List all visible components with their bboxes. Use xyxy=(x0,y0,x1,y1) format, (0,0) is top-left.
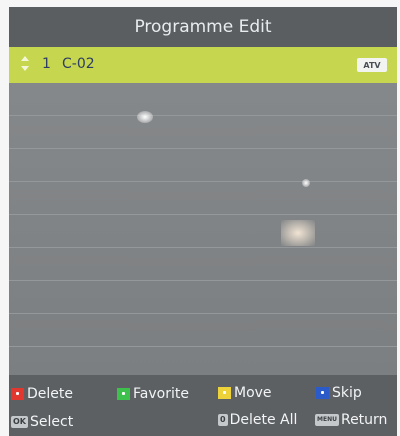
screen-glare xyxy=(137,111,153,123)
menu-key-icon: MENU xyxy=(315,414,339,426)
screen-glare xyxy=(302,179,310,187)
screen-glare xyxy=(281,220,315,246)
favorite-label: Favorite xyxy=(133,386,189,402)
delete-label: Delete xyxy=(27,386,73,402)
atv-badge: ATV xyxy=(357,58,387,72)
return-label: Return xyxy=(340,412,388,428)
move-label: Move xyxy=(234,385,272,401)
yellow-button-icon xyxy=(218,387,231,399)
red-button-icon xyxy=(11,388,24,400)
tv-screen: Programme Edit 1 C-02 ATV Delete Favorit… xyxy=(9,7,397,436)
channel-row-empty[interactable] xyxy=(9,248,397,281)
channel-row-empty[interactable] xyxy=(9,116,397,149)
green-button-icon xyxy=(117,388,130,400)
ok-key-icon: OK xyxy=(11,416,28,428)
channel-row-empty[interactable] xyxy=(9,281,397,314)
move-key-hint[interactable]: Move xyxy=(218,385,272,401)
zero-key-icon: 0 xyxy=(218,414,228,426)
channel-number: 1 xyxy=(42,56,51,72)
channel-row-empty[interactable] xyxy=(9,314,397,347)
favorite-key-hint[interactable]: Favorite xyxy=(117,386,189,402)
skip-key-hint[interactable]: Skip xyxy=(316,385,362,401)
title-bar: Programme Edit xyxy=(9,7,397,47)
select-label: Select xyxy=(30,414,74,430)
channel-row-empty[interactable] xyxy=(9,149,397,182)
delete-key-hint[interactable]: Delete xyxy=(11,386,73,402)
channel-row-empty[interactable] xyxy=(9,83,397,116)
channel-row-empty[interactable] xyxy=(9,182,397,215)
delete-all-key-hint[interactable]: 0 Delete All xyxy=(218,412,297,428)
key-legend: Delete Favorite Move Skip OK Select 0 De… xyxy=(9,375,397,436)
channel-list xyxy=(9,83,397,380)
blue-button-icon xyxy=(316,387,329,399)
channel-name: C-02 xyxy=(62,56,95,72)
return-key-hint[interactable]: MENU Return xyxy=(315,412,387,428)
select-key-hint[interactable]: OK Select xyxy=(11,414,73,430)
up-down-arrows-icon xyxy=(21,55,31,75)
skip-label: Skip xyxy=(332,385,362,401)
channel-row-empty[interactable] xyxy=(9,215,397,248)
page-title: Programme Edit xyxy=(134,17,272,37)
channel-row-selected[interactable]: 1 C-02 ATV xyxy=(9,47,397,83)
delete-all-label: Delete All xyxy=(229,412,298,428)
